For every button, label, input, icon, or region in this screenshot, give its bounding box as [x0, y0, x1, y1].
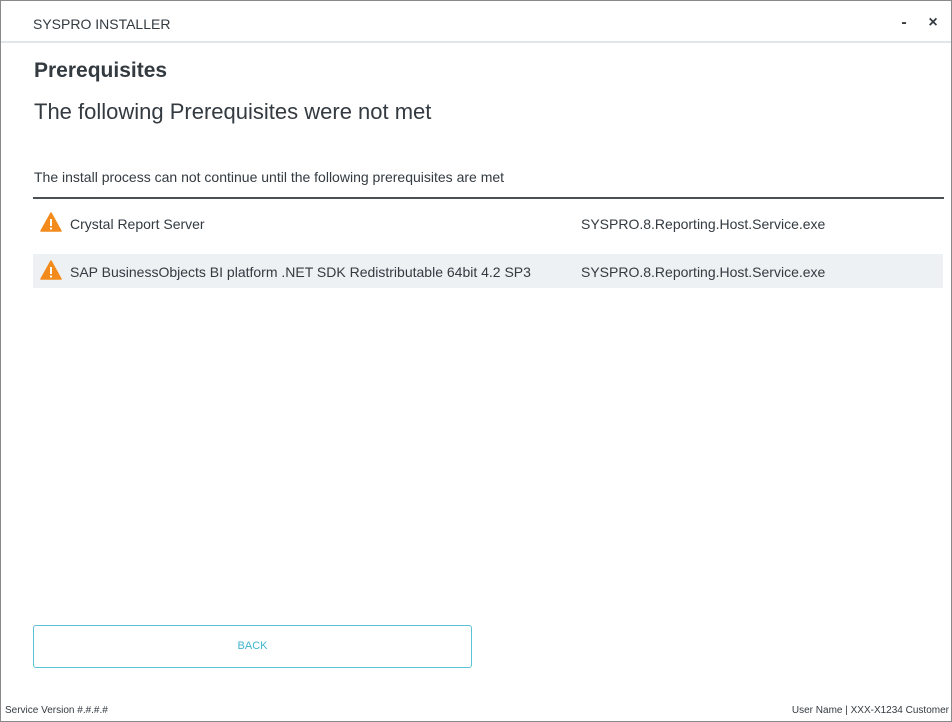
installer-window: SYSPRO INSTALLER - × Prerequisites The f…	[0, 0, 952, 722]
warning-icon	[40, 212, 62, 232]
prerequisite-executable: SYSPRO.8.Reporting.Host.Service.exe	[581, 264, 826, 280]
service-version: Service Version #.#.#.#	[5, 705, 108, 716]
prerequisite-name: SAP BusinessObjects BI platform .NET SDK…	[70, 264, 531, 280]
back-button[interactable]: BACK	[33, 625, 472, 668]
prerequisites-list: Crystal Report Server SYSPRO.8.Reporting…	[33, 206, 943, 302]
title-bar: SYSPRO INSTALLER - ×	[1, 1, 951, 43]
page-subtitle: The following Prerequisites were not met	[34, 99, 432, 124]
warning-icon	[40, 260, 62, 280]
section-header: The install process can not continue unt…	[34, 169, 505, 185]
minimize-button[interactable]: -	[893, 11, 915, 35]
user-info: User Name | XXX-X1234 Customer	[791, 705, 949, 716]
list-item: SAP BusinessObjects BI platform .NET SDK…	[33, 254, 943, 288]
close-button[interactable]: ×	[922, 11, 944, 35]
section-divider	[33, 197, 944, 199]
page-title: Prerequisites	[34, 59, 168, 82]
app-title: SYSPRO INSTALLER	[33, 16, 171, 32]
list-item: Crystal Report Server SYSPRO.8.Reporting…	[33, 206, 943, 240]
prerequisite-executable: SYSPRO.8.Reporting.Host.Service.exe	[581, 216, 826, 232]
prerequisite-name: Crystal Report Server	[70, 216, 205, 232]
